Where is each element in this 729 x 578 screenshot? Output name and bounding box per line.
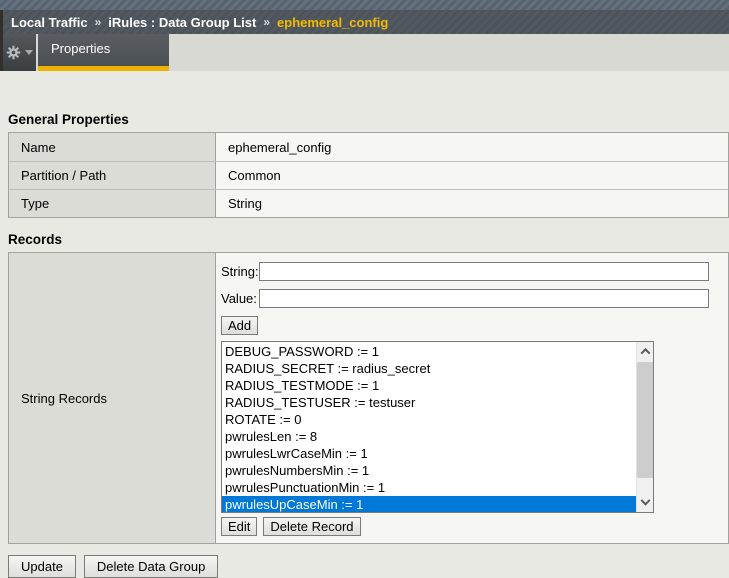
general-properties-table: Name ephemeral_config Partition / Path C… bbox=[8, 132, 729, 218]
scrollbar-down-button[interactable] bbox=[637, 494, 653, 512]
record-option[interactable]: pwrulesNumbersMin := 1 bbox=[222, 462, 653, 479]
tab-strip: Properties bbox=[0, 34, 729, 71]
record-option-selected[interactable]: pwrulesUpCaseMin := 1 bbox=[222, 496, 653, 513]
string-field-label: String: bbox=[221, 264, 259, 279]
tab-properties[interactable]: Properties bbox=[38, 34, 169, 71]
scrollbar-thumb[interactable] bbox=[637, 362, 653, 478]
table-row: Partition / Path Common bbox=[9, 161, 728, 189]
general-properties-title: General Properties bbox=[8, 112, 729, 127]
delete-record-button[interactable]: Delete Record bbox=[263, 517, 360, 536]
update-button[interactable]: Update bbox=[8, 555, 76, 578]
row-label: Type bbox=[9, 190, 216, 217]
main-content: General Properties Name ephemeral_config… bbox=[0, 112, 729, 544]
breadcrumb: Local Traffic » iRules : Data Group List… bbox=[0, 10, 729, 34]
record-option[interactable]: ROTATE := 0 bbox=[222, 411, 653, 428]
record-option[interactable]: RADIUS_TESTMODE := 1 bbox=[222, 377, 653, 394]
record-option[interactable]: RADIUS_SECRET := radius_secret bbox=[222, 360, 653, 377]
value-field-label: Value: bbox=[221, 291, 259, 306]
edit-button[interactable]: Edit bbox=[221, 517, 257, 536]
record-list: DEBUG_PASSWORD := 1 RADIUS_SECRET := rad… bbox=[222, 342, 636, 513]
records-table: String Records String: Value: Add DEBUG_… bbox=[8, 252, 729, 544]
record-option[interactable]: pwrulesLwrCaseMin := 1 bbox=[222, 445, 653, 462]
row-value-name: ephemeral_config bbox=[216, 133, 728, 161]
breadcrumb-item-local-traffic[interactable]: Local Traffic bbox=[11, 15, 88, 30]
row-value-partition: Common bbox=[216, 162, 728, 189]
table-row: String Records String: Value: Add DEBUG_… bbox=[9, 253, 728, 543]
scrollbar-up-button[interactable] bbox=[637, 342, 653, 360]
gear-icon bbox=[6, 45, 21, 60]
table-row: Type String bbox=[9, 189, 728, 217]
delete-data-group-button[interactable]: Delete Data Group bbox=[84, 555, 218, 578]
string-records-listbox: DEBUG_PASSWORD := 1 RADIUS_SECRET := rad… bbox=[221, 341, 654, 513]
add-button[interactable]: Add bbox=[221, 316, 258, 335]
string-records-form: String: Value: Add DEBUG_PASSWORD := 1 R… bbox=[216, 253, 728, 543]
top-banner bbox=[0, 0, 729, 10]
breadcrumb-item-data-group-list[interactable]: iRules : Data Group List bbox=[108, 15, 256, 30]
chevron-up-icon bbox=[640, 347, 650, 357]
listbox-scrollbar[interactable] bbox=[636, 342, 653, 512]
record-option[interactable]: RADIUS_TESTUSER := testuser bbox=[222, 394, 653, 411]
row-label: Name bbox=[9, 133, 216, 161]
gear-menu-button[interactable] bbox=[3, 34, 38, 71]
row-value-type: String bbox=[216, 190, 728, 217]
breadcrumb-separator: » bbox=[95, 15, 102, 29]
records-title: Records bbox=[8, 232, 729, 247]
string-records-label: String Records bbox=[9, 253, 216, 543]
chevron-down-icon bbox=[25, 50, 33, 55]
record-option[interactable]: pwrulesPunctuationMin := 1 bbox=[222, 479, 653, 496]
record-option[interactable]: pwrulesLen := 8 bbox=[222, 428, 653, 445]
value-input[interactable] bbox=[259, 289, 709, 308]
row-label: Partition / Path bbox=[9, 162, 216, 189]
record-option[interactable]: DEBUG_PASSWORD := 1 bbox=[222, 343, 653, 360]
breadcrumb-item-current: ephemeral_config bbox=[277, 15, 388, 30]
string-input[interactable] bbox=[259, 262, 709, 281]
footer-actions: Update Delete Data Group bbox=[8, 555, 729, 578]
tab-properties-label: Properties bbox=[51, 41, 110, 56]
chevron-down-icon bbox=[640, 495, 650, 505]
table-row: Name ephemeral_config bbox=[9, 133, 728, 161]
breadcrumb-separator: » bbox=[263, 15, 270, 29]
